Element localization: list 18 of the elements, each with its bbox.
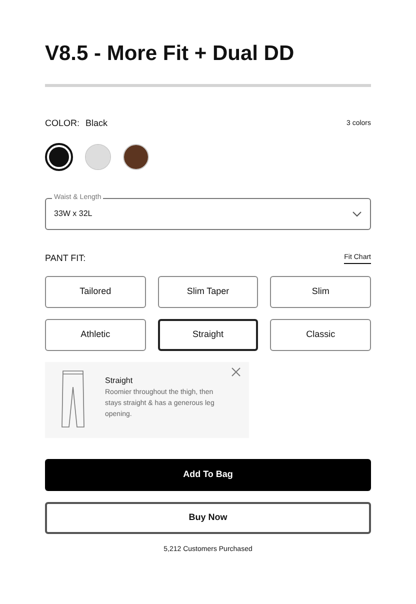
fit-option[interactable]: Slim xyxy=(270,276,371,308)
fit-info-title: Straight xyxy=(105,375,134,387)
close-icon[interactable] xyxy=(231,367,241,377)
fit-option[interactable]: Tailored xyxy=(45,276,146,308)
pants-icon xyxy=(61,370,85,428)
fit-option[interactable]: Athletic xyxy=(45,319,146,351)
color-value: Black xyxy=(86,117,108,130)
color-swatch[interactable] xyxy=(45,142,73,170)
fit-label: PANT FIT: xyxy=(45,252,86,264)
add-to-bag-button[interactable]: Add To Bag xyxy=(45,459,371,491)
product-title: V8.5 - More Fit + Dual DD xyxy=(45,41,296,67)
fit-option[interactable]: Slim Taper xyxy=(158,276,258,308)
fit-option[interactable]: Classic xyxy=(270,319,371,351)
chevron-down-icon xyxy=(352,210,362,216)
buy-now-button[interactable]: Buy Now xyxy=(45,502,371,534)
fit-option[interactable]: Straight xyxy=(158,319,258,351)
color-label: COLOR: xyxy=(45,117,80,130)
size-value: 33W x 32L xyxy=(54,208,92,220)
